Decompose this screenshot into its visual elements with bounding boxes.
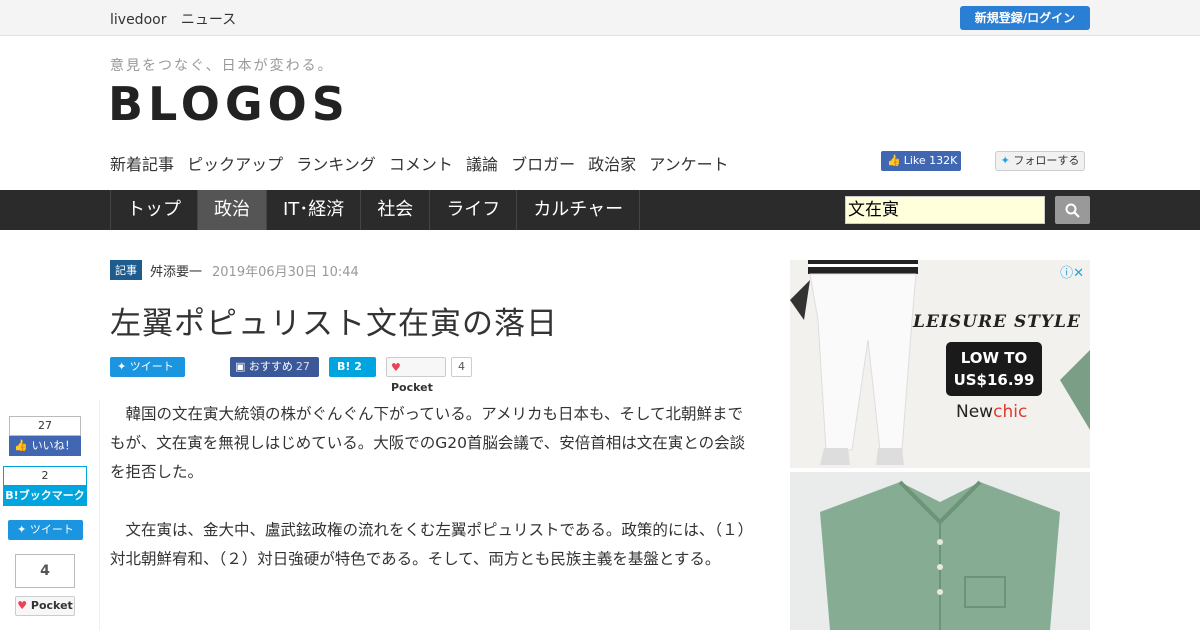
pocket-label: Pocket bbox=[391, 381, 433, 394]
tab-top[interactable]: トップ bbox=[110, 190, 198, 230]
search-icon bbox=[1065, 203, 1080, 218]
ad-brand-prefix: New bbox=[956, 402, 994, 422]
tweet-button[interactable]: ✦ ツイート bbox=[110, 357, 185, 377]
subnav-comments[interactable]: コメント bbox=[389, 155, 453, 174]
news-link[interactable]: ニュース bbox=[181, 12, 236, 28]
signup-login-button[interactable]: 新規登録/ログイン bbox=[960, 6, 1090, 30]
side-hatena-button[interactable]: B!ブックマーク bbox=[3, 486, 87, 506]
fb-like-count: 132K bbox=[929, 154, 958, 167]
advertisement[interactable]: ⓘ✕ LEISURE STYLE LOW TO US$16.99 Newchic bbox=[790, 260, 1090, 630]
ad-brand-suffix: chic bbox=[993, 402, 1028, 422]
blogos-logo[interactable]: BLOGOS bbox=[108, 78, 350, 130]
ad-bottom-image bbox=[790, 472, 1090, 630]
side-pocket-count: 4 bbox=[15, 554, 75, 588]
tab-culture[interactable]: カルチャー bbox=[517, 190, 641, 230]
tab-it-economy[interactable]: IT･経済 bbox=[267, 190, 362, 230]
twitter-follow-label: フォローする bbox=[1013, 154, 1080, 167]
search-button[interactable] bbox=[1055, 196, 1090, 224]
pocket-button[interactable]: ♥ Pocket bbox=[386, 357, 446, 394]
hatena-count: 2 bbox=[354, 360, 362, 373]
article-meta: 記事 舛添要一 2019年06月30日 10:44 bbox=[110, 260, 359, 280]
sub-navigation: 新着記事 ピックアップ ランキング コメント 議論 ブロガー 政治家 アンケート bbox=[110, 151, 737, 175]
subnav-bloggers[interactable]: ブロガー bbox=[511, 155, 575, 174]
ad-brand-logo: Newchic bbox=[956, 402, 1027, 422]
fb-recommend-count: 27 bbox=[295, 360, 310, 373]
article-paragraph: 文在寅は、金大中、盧武鉉政権の流れをくむ左翼ポピュリストである。政策的には、（１… bbox=[110, 521, 754, 568]
subnav-new-articles[interactable]: 新着記事 bbox=[110, 155, 174, 174]
side-tweet-label: ツイート bbox=[29, 523, 74, 536]
article-type-badge: 記事 bbox=[110, 260, 142, 280]
twitter-follow-button[interactable]: ✦ フォローする bbox=[995, 151, 1085, 171]
article-title: 左翼ポピュリスト文在寅の落日 bbox=[110, 306, 558, 342]
subnav-pickup[interactable]: ピックアップ bbox=[187, 155, 283, 174]
thumbs-up-icon: 👍 bbox=[14, 439, 29, 452]
pocket-icon: ♥ bbox=[17, 599, 28, 612]
tab-politics[interactable]: 政治 bbox=[198, 190, 267, 230]
side-hatena-count: 2 bbox=[3, 466, 87, 486]
pocket-count: 4 bbox=[451, 357, 472, 377]
side-pocket-label: Pocket bbox=[30, 599, 73, 612]
tweet-label: ツイート bbox=[129, 360, 174, 373]
floating-share-bar: 27 👍 いいね！ 2 B!ブックマーク ✦ ツイート 4 ♥ Pocket bbox=[0, 400, 100, 630]
subnav-ranking[interactable]: ランキング bbox=[296, 155, 376, 174]
ad-price-badge: LOW TO US$16.99 bbox=[946, 342, 1042, 396]
thumbs-up-icon: 👍 bbox=[887, 154, 901, 167]
side-like-count: 27 bbox=[9, 416, 81, 436]
site-tagline: 意見をつなぐ、日本が変わる。 bbox=[110, 58, 334, 74]
facebook-like-button[interactable]: 👍 Like 132K bbox=[881, 151, 961, 171]
search-input[interactable]: 文在寅 bbox=[845, 196, 1045, 224]
subnav-survey[interactable]: アンケート bbox=[649, 155, 728, 174]
subnav-debate[interactable]: 議論 bbox=[466, 155, 498, 174]
ad-top-image: ⓘ✕ LEISURE STYLE LOW TO US$16.99 Newchic bbox=[790, 260, 1090, 468]
fb-like-label: Like bbox=[903, 154, 926, 167]
hatena-bookmark-button[interactable]: B! 2 bbox=[329, 357, 376, 377]
ad-shirt-illustration bbox=[820, 480, 1060, 630]
side-tweet-button[interactable]: ✦ ツイート bbox=[8, 520, 83, 540]
twitter-bird-icon: ✦ bbox=[117, 360, 127, 373]
article-date: 2019年06月30日 10:44 bbox=[212, 264, 359, 280]
hatena-label: B! bbox=[337, 360, 351, 373]
article-body: 韓国の文在寅大統領の株がぐんぐん下がっている。アメリカも日本も、そして北朝鮮まで… bbox=[110, 400, 755, 603]
pocket-icon: ♥ bbox=[391, 361, 401, 374]
livedoor-brand[interactable]: livedoor ニュース bbox=[110, 9, 246, 29]
ad-price-line2: US$16.99 bbox=[953, 371, 1035, 389]
tab-society[interactable]: 社会 bbox=[361, 190, 431, 230]
subnav-politicians[interactable]: 政治家 bbox=[588, 155, 636, 174]
ad-price-line1: LOW TO bbox=[960, 349, 1028, 367]
facebook-icon: ▣ bbox=[235, 360, 246, 373]
article-author[interactable]: 舛添要一 bbox=[150, 261, 202, 280]
ad-pants-illustration bbox=[790, 260, 1090, 465]
side-like-button[interactable]: 👍 いいね！ bbox=[9, 436, 81, 456]
fb-recommend-label: おすすめ bbox=[248, 360, 293, 373]
tab-life[interactable]: ライフ bbox=[430, 190, 518, 230]
top-utility-bar: livedoor ニュース 新規登録/ログイン bbox=[0, 0, 1200, 36]
side-like-label: いいね！ bbox=[31, 439, 76, 452]
twitter-bird-icon: ✦ bbox=[1000, 154, 1010, 167]
facebook-recommend-button[interactable]: ▣ おすすめ 27 bbox=[230, 357, 319, 377]
twitter-bird-icon: ✦ bbox=[17, 523, 27, 536]
livedoor-link[interactable]: livedoor bbox=[110, 12, 166, 28]
ad-info-icon[interactable]: ⓘ✕ bbox=[1060, 262, 1084, 281]
ad-headline: LEISURE STYLE bbox=[913, 312, 1081, 332]
article-paragraph: 韓国の文在寅大統領の株がぐんぐん下がっている。アメリカも日本も、そして北朝鮮まで… bbox=[110, 405, 746, 481]
side-pocket-button[interactable]: ♥ Pocket bbox=[15, 596, 75, 616]
